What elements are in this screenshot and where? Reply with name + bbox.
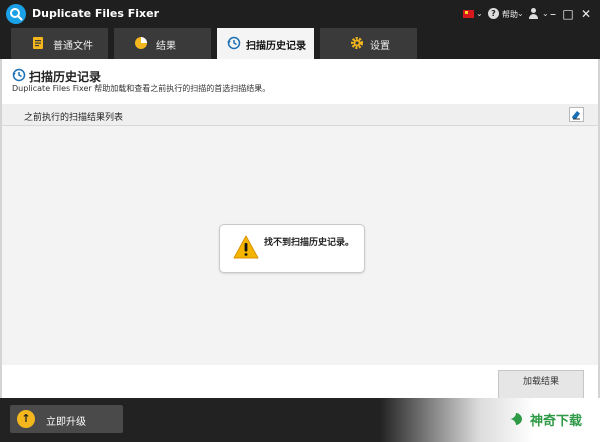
tab-scan-history[interactable]: 扫描历史记录 bbox=[217, 28, 314, 59]
list-header-label: 之前执行的扫描结果列表 bbox=[24, 113, 124, 123]
tab-label: 普通文件 bbox=[53, 41, 93, 52]
load-results-button[interactable]: 加载结果 bbox=[498, 370, 584, 398]
scan-results-list[interactable]: 找不到扫描历史记录。 bbox=[2, 126, 598, 365]
empty-state-message: 找不到扫描历史记录。 bbox=[219, 224, 365, 273]
tab-bar: 普通文件 结果 扫描历史记录 设置 bbox=[0, 28, 600, 59]
warning-icon bbox=[233, 235, 259, 262]
help-icon[interactable]: ? bbox=[488, 8, 499, 19]
user-account-icon[interactable] bbox=[528, 8, 538, 19]
language-flag-icon[interactable] bbox=[463, 10, 474, 18]
arrow-up-icon: ↑ bbox=[17, 410, 35, 428]
history-icon bbox=[227, 36, 241, 50]
help-menu[interactable]: 帮助 bbox=[502, 9, 518, 20]
upgrade-label: 立即升级 bbox=[46, 417, 86, 428]
tab-label: 扫描历史记录 bbox=[246, 41, 306, 52]
page-description: Duplicate Files Fixer 帮助加载和查看之前执行的扫描的首选扫… bbox=[12, 84, 271, 93]
app-logo-icon bbox=[6, 4, 26, 24]
tab-settings[interactable]: 设置 bbox=[320, 28, 417, 59]
gear-icon bbox=[350, 36, 364, 50]
pie-chart-icon bbox=[134, 36, 148, 50]
watermark-text: 神奇下载 bbox=[530, 414, 583, 429]
list-header: 之前执行的扫描结果列表 bbox=[2, 104, 598, 126]
maximize-button[interactable]: □ bbox=[558, 4, 578, 24]
language-chevron-icon[interactable]: ⌄ bbox=[476, 9, 483, 18]
empty-state-text: 找不到扫描历史记录。 bbox=[264, 238, 355, 248]
upgrade-now-button[interactable]: ↑ 立即升级 bbox=[10, 405, 123, 433]
document-icon bbox=[31, 36, 45, 50]
watermark-logo-icon bbox=[508, 411, 524, 427]
tab-label: 设置 bbox=[370, 41, 390, 52]
close-button[interactable]: ✕ bbox=[576, 4, 596, 24]
help-chevron-icon[interactable]: ⌄ bbox=[517, 9, 524, 18]
tab-regular-files[interactable]: 普通文件 bbox=[11, 28, 108, 59]
clear-history-icon[interactable] bbox=[569, 107, 584, 122]
footer-bar: ↑ 立即升级 神奇下载 bbox=[0, 398, 600, 442]
app-title: Duplicate Files Fixer bbox=[32, 7, 160, 20]
tab-label: 结果 bbox=[156, 41, 176, 52]
title-bar: Duplicate Files Fixer ⌄ ? 帮助 ⌄ ⌄ – □ ✕ bbox=[0, 0, 600, 28]
scan-history-panel: 扫描历史记录 Duplicate Files Fixer 帮助加载和查看之前执行… bbox=[0, 59, 600, 398]
tab-results[interactable]: 结果 bbox=[114, 28, 211, 59]
